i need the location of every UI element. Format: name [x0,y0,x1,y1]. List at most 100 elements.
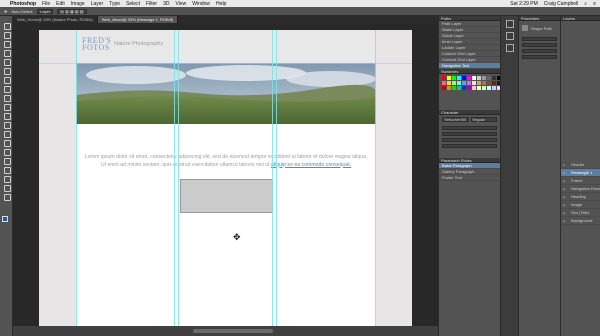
swatches-grid[interactable] [439,74,501,92]
baseline-field[interactable] [442,144,497,148]
font-size-field[interactable] [442,126,497,130]
layer-row[interactable]: Navigation Elements [561,185,600,193]
tab-web-about[interactable]: Web_About@ 33% (Message 1, RGB/8) [97,16,179,23]
lorem-link[interactable]: aliquip ex ea commodo consequat. [271,162,351,168]
crop-icon[interactable] [3,58,11,66]
color-swatch[interactable] [457,81,461,85]
menu-edit[interactable]: Edit [56,1,65,7]
color-swatch[interactable] [487,86,491,90]
tab-web-home[interactable]: Web_Home@ 33% (Nature Photo, RGB/8) [13,16,98,23]
y-field[interactable] [522,55,557,59]
color-swatch[interactable] [472,81,476,85]
color-swatch[interactable] [477,81,481,85]
type-icon[interactable] [3,157,11,165]
gradient-icon[interactable] [3,121,11,129]
pen-icon[interactable] [3,148,11,156]
layer-row[interactable]: Header [561,161,600,169]
font-family-select[interactable]: Trebuchet MS [442,117,469,122]
auto-select-label[interactable]: Auto-Select: [11,9,33,14]
color-swatch[interactable] [467,76,471,80]
color-swatch[interactable] [457,76,461,80]
x-field[interactable] [522,49,557,53]
menu-type[interactable]: Type [109,1,120,7]
color-swatch[interactable] [447,86,451,90]
wand-icon[interactable] [3,49,11,57]
search-icon[interactable]: ⌕ [584,1,587,7]
horizontal-guide[interactable] [39,63,412,64]
color-swatch[interactable] [457,86,461,90]
canvas-area[interactable]: FRED'S FOTOS Nature Photography Lorem ip… [13,23,438,326]
eyedropper-icon[interactable] [3,67,11,75]
color-swatch[interactable] [467,81,471,85]
blur-icon[interactable] [3,130,11,138]
color-swatch[interactable] [477,76,481,80]
heal-icon[interactable] [3,76,11,84]
color-swatch[interactable] [482,86,486,90]
auto-select-target[interactable]: Layer [37,8,54,14]
gray-rectangle-placeholder[interactable] [180,179,273,213]
history-icon[interactable] [3,103,11,111]
width-field[interactable] [522,37,557,41]
menu-layer[interactable]: Layer [91,1,104,7]
color-swatch[interactable] [477,86,481,90]
color-swatch[interactable] [442,76,446,80]
align-controls[interactable]: ▤ ▥ ▦ ▧ ▨ [57,8,87,14]
layer-row[interactable]: Background [561,217,600,225]
menu-file[interactable]: File [42,1,50,7]
font-style-select[interactable]: Regular [470,117,497,122]
marquee-icon[interactable] [3,31,11,39]
menu-3d[interactable]: 3D [163,1,169,7]
guide-line[interactable] [272,30,273,326]
move-icon[interactable] [3,22,11,30]
zoom-icon[interactable] [3,193,11,201]
color-swatch[interactable] [487,81,491,85]
guide-line[interactable] [76,30,77,326]
layer-row[interactable]: Slot (Title) [561,209,600,217]
user-name[interactable]: Craig Campbell [544,1,578,7]
brush-icon[interactable] [3,85,11,93]
layer-row[interactable]: Image [561,201,600,209]
menu-help[interactable]: Help [216,1,226,7]
color-swatch[interactable] [482,81,486,85]
color-swatch[interactable] [452,76,456,80]
menu-window[interactable]: Window [192,1,210,7]
horizontal-scrollbar[interactable] [13,326,438,336]
color-swatch[interactable] [472,86,476,90]
history-panel-icon[interactable] [505,20,514,28]
lasso-icon[interactable] [3,40,11,48]
color-swatch[interactable] [442,86,446,90]
webpage-artboard[interactable]: FRED'S FOTOS Nature Photography Lorem ip… [76,30,376,326]
foreground-color-swatch[interactable] [2,216,8,222]
eraser-icon[interactable] [3,112,11,120]
color-swatch[interactable] [492,86,496,90]
color-swatch[interactable] [442,81,446,85]
hand-icon[interactable] [3,184,11,192]
color-swatch[interactable] [467,86,471,90]
actions-panel-icon[interactable] [505,32,514,40]
layer-row[interactable]: Heading [561,193,600,201]
color-swatch[interactable] [462,76,466,80]
info-panel-icon[interactable] [505,44,514,52]
guide-line[interactable] [375,30,376,326]
tracking-field[interactable] [442,132,497,136]
menu-select[interactable]: Select [126,1,140,7]
color-swatch[interactable] [492,76,496,80]
color-swatch[interactable] [462,81,466,85]
color-swatch[interactable] [472,76,476,80]
document-canvas[interactable]: FRED'S FOTOS Nature Photography Lorem ip… [39,30,412,326]
layer-row[interactable]: Rectangle 1 [561,169,600,177]
menu-image[interactable]: Image [71,1,85,7]
color-swatch[interactable] [452,81,456,85]
stamp-icon[interactable] [3,94,11,102]
menu-view[interactable]: View [176,1,187,7]
list-icon[interactable]: ≡ [593,1,596,7]
list-item[interactable]: Footer Text [439,175,500,181]
guide-line[interactable] [178,30,179,326]
menu-filter[interactable]: Filter [146,1,157,7]
app-menu[interactable]: Photoshop [10,1,36,7]
color-swatch[interactable] [452,86,456,90]
shape-icon[interactable] [3,175,11,183]
color-swatch[interactable] [462,86,466,90]
path-select-icon[interactable] [3,166,11,174]
scrollbar-thumb[interactable] [193,329,273,333]
